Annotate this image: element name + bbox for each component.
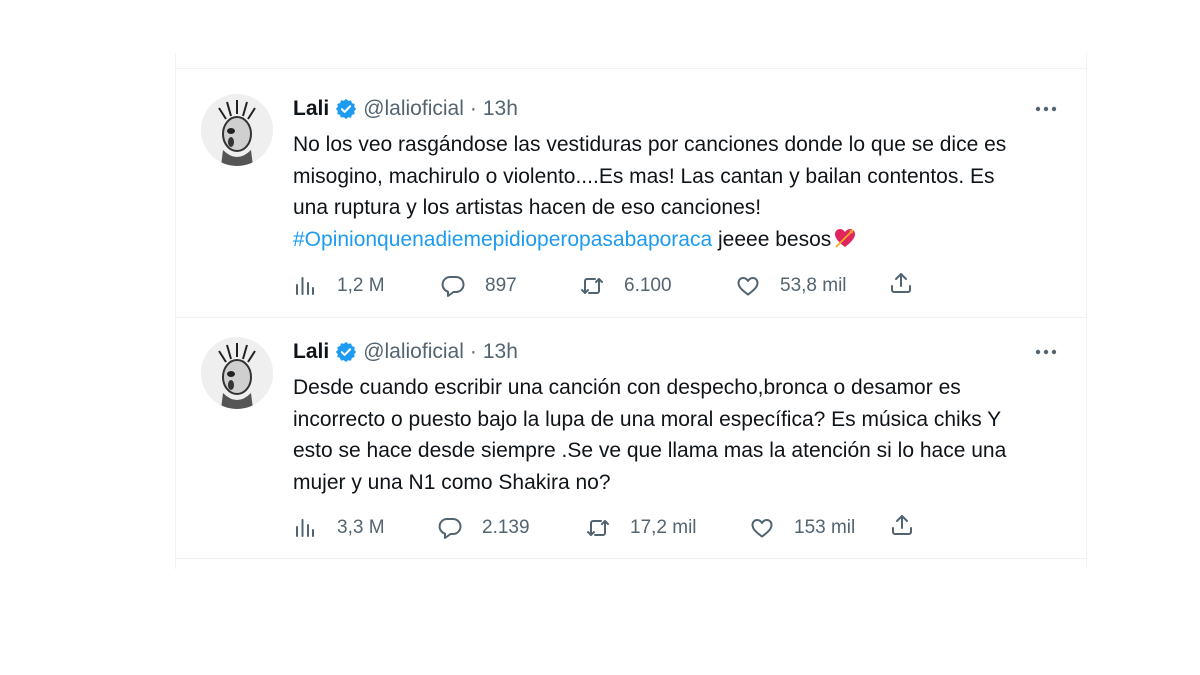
heart-with-arrow-emoji — [833, 226, 857, 250]
tweet-body-end: jeeee besos — [712, 227, 832, 251]
avatar[interactable] — [201, 337, 273, 409]
tweet-text: Desde cuando escribir una canción con de… — [293, 376, 1007, 494]
views-count: 3,3 M — [337, 517, 385, 538]
share-icon — [892, 515, 912, 535]
like-count: 53,8 mil — [780, 275, 847, 296]
retweet-action[interactable]: 6.100 — [580, 271, 672, 301]
avatar-image — [201, 337, 273, 409]
share-icon — [891, 273, 911, 293]
tweet[interactable]: Lali @lalioficial · 13h Desde cuando esc… — [176, 318, 1086, 559]
views-action[interactable]: 1,2 M — [293, 271, 385, 301]
share-action[interactable] — [889, 271, 913, 301]
author-name[interactable]: Lali — [293, 97, 329, 121]
reply-count: 897 — [485, 275, 517, 296]
avatar-image — [201, 94, 273, 166]
retweet-count: 6.100 — [624, 275, 672, 296]
heart-icon — [751, 519, 773, 538]
verified-badge-icon — [335, 341, 357, 363]
tweet-actions: 1,2 M 897 6.100 53,8 mil — [293, 271, 953, 301]
tweet-timestamp[interactable]: 13h — [483, 340, 518, 364]
share-action[interactable] — [890, 513, 914, 543]
author-name[interactable]: Lali — [293, 340, 329, 364]
retweet-icon — [587, 520, 609, 536]
tweet-header: Lali @lalioficial · 13h — [293, 339, 518, 365]
separator-dot: · — [469, 340, 477, 363]
views-bar-icon — [296, 277, 314, 295]
verified-badge-icon — [335, 98, 357, 120]
views-action[interactable]: 3,3 M — [293, 513, 385, 543]
like-count: 153 mil — [794, 517, 856, 538]
tweet-timestamp[interactable]: 13h — [483, 97, 518, 121]
like-action[interactable]: 53,8 mil — [736, 271, 847, 301]
author-handle[interactable]: @lalioficial — [363, 97, 464, 121]
tweet-body: No los veo rasgándose las vestiduras por… — [293, 133, 1007, 219]
reply-action[interactable]: 2.139 — [438, 513, 530, 543]
retweet-action[interactable]: 17,2 mil — [586, 513, 697, 543]
heart-icon — [737, 277, 759, 296]
avatar[interactable] — [201, 94, 273, 166]
separator-dot: · — [469, 97, 477, 120]
tweet-text: No los veo rasgándose las vestiduras por… — [293, 129, 1073, 255]
reply-action[interactable]: 897 — [441, 271, 517, 301]
author-handle[interactable]: @lalioficial — [363, 340, 464, 364]
reply-count: 2.139 — [482, 517, 530, 538]
reply-bubble-icon — [441, 276, 465, 297]
like-action[interactable]: 153 mil — [750, 513, 855, 543]
views-count: 1,2 M — [337, 275, 385, 296]
retweet-icon — [581, 278, 603, 294]
tweet[interactable]: Lali @lalioficial · 13h No los veo rasgá… — [176, 69, 1086, 318]
views-bar-icon — [296, 519, 314, 537]
tweet-header: Lali @lalioficial · 13h — [293, 96, 518, 122]
tweet-actions: 3,3 M 2.139 17,2 mil 153 mil — [293, 513, 953, 543]
reply-bubble-icon — [438, 518, 462, 539]
retweet-count: 17,2 mil — [630, 517, 697, 538]
tweet-feed: Lali @lalioficial · 13h No los veo rasgá… — [175, 53, 1087, 569]
more-dots-icon[interactable] — [1034, 99, 1058, 119]
more-dots-icon[interactable] — [1034, 342, 1058, 362]
hashtag-link[interactable]: #Opinionquenadiemepidioperopasabaporaca — [293, 228, 712, 251]
